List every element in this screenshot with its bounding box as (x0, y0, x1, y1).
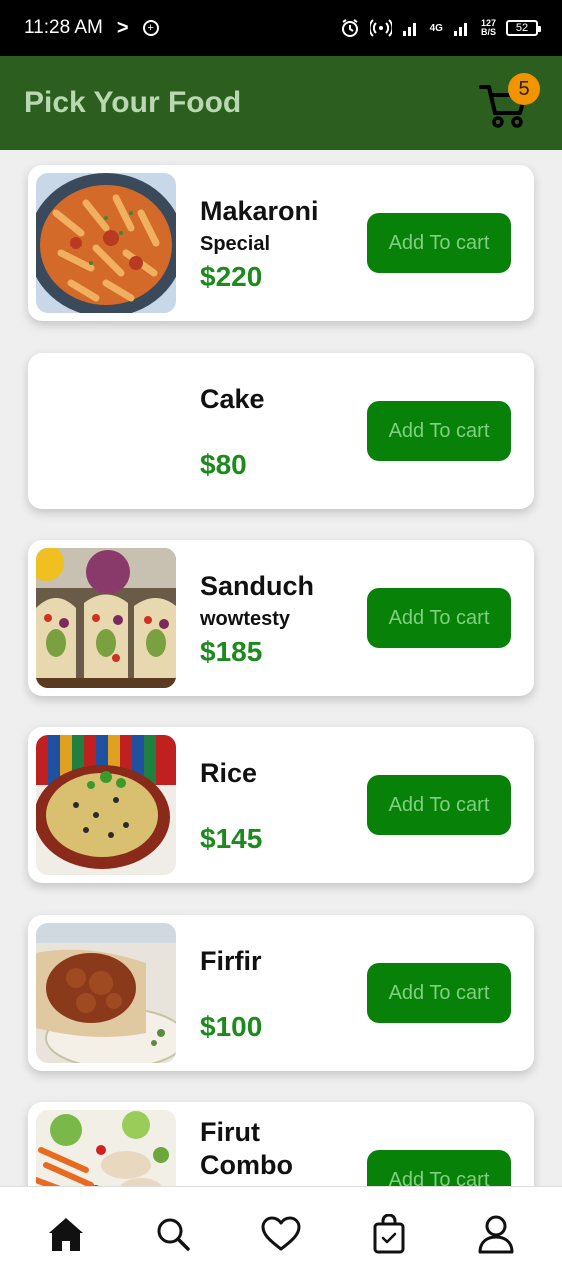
add-to-cart-button[interactable]: Add To cart (367, 963, 511, 1023)
cart-count-badge: 5 (508, 73, 540, 105)
tacos-image (36, 548, 176, 688)
product-name: Cake (200, 384, 265, 414)
product-card: Makaroni Special $220 Add To cart (28, 165, 534, 321)
bottom-nav (0, 1186, 562, 1280)
product-price: $100 (200, 1011, 263, 1042)
product-list[interactable]: Makaroni Special $220 Add To cart Cake $… (0, 150, 562, 1186)
add-to-cart-button[interactable]: Add To cart (367, 213, 511, 273)
product-price: $145 (200, 823, 263, 854)
shopping-bag-icon (373, 1213, 405, 1253)
product-name: Firut Combo (200, 1117, 293, 1180)
status-right: 4G 127 B/S 52 (340, 18, 541, 38)
product-card: Cake $80 Add To cart (28, 353, 534, 509)
product-description: Special (200, 233, 271, 255)
add-to-cart-button[interactable]: Add To cart (367, 1150, 511, 1186)
product-card: Sanduch wowtesty $185 Add To cart (28, 540, 534, 696)
product-image-empty (36, 361, 176, 501)
product-name: Sanduch (200, 571, 315, 601)
product-card: Rice $145 Add To cart (28, 727, 534, 883)
user-icon (478, 1215, 514, 1253)
rice-image (36, 735, 176, 875)
home-icon (48, 1217, 83, 1251)
signal-icon-2 (453, 23, 467, 36)
nav-bag[interactable] (359, 1204, 419, 1264)
cart-button[interactable]: 5 (478, 73, 540, 133)
pasta-image (36, 173, 176, 313)
add-to-cart-button[interactable]: Add To cart (367, 775, 511, 835)
nav-profile[interactable] (466, 1204, 526, 1264)
location-icon: + (142, 20, 159, 36)
search-icon (157, 1218, 191, 1251)
signal-icon (402, 23, 416, 36)
add-to-cart-button[interactable]: Add To cart (367, 401, 511, 461)
product-price: $220 (200, 261, 263, 292)
product-name: Rice (200, 758, 258, 788)
status-bar: 11:28 AM > + 4G 127 B/S 52 (0, 0, 562, 56)
nav-favorites[interactable] (251, 1204, 311, 1264)
add-to-cart-button[interactable]: Add To cart (367, 588, 511, 648)
heart-icon (261, 1216, 301, 1250)
salad-image (36, 1110, 176, 1186)
product-card: Firfir $100 Add To cart (28, 915, 534, 1071)
nav-search[interactable] (143, 1204, 203, 1264)
page-title: Pick Your Food (24, 86, 242, 119)
product-price: $80 (200, 449, 247, 480)
product-price: $185 (200, 636, 263, 667)
product-name: Firfir (200, 946, 262, 976)
chevron-right-icon: > (116, 16, 129, 39)
status-left: 11:28 AM > + (24, 17, 159, 40)
net-speed: 127 B/S (481, 19, 496, 37)
nav-home[interactable] (36, 1204, 96, 1264)
product-description: wowtesty (200, 608, 291, 630)
battery-icon: 52 (506, 20, 541, 36)
network-gen: 4G (429, 22, 443, 34)
hotspot-icon (369, 19, 392, 37)
status-time: 11:28 AM (24, 17, 103, 38)
app-bar: Pick Your Food 5 (0, 56, 562, 150)
net-speed-unit: B/S (480, 27, 496, 37)
product-name: Makaroni (200, 196, 319, 226)
product-card: Firut Combo Add To cart (28, 1102, 534, 1186)
firfir-image (36, 923, 176, 1063)
battery-level: 52 (515, 22, 529, 34)
alarm-icon (341, 19, 358, 37)
